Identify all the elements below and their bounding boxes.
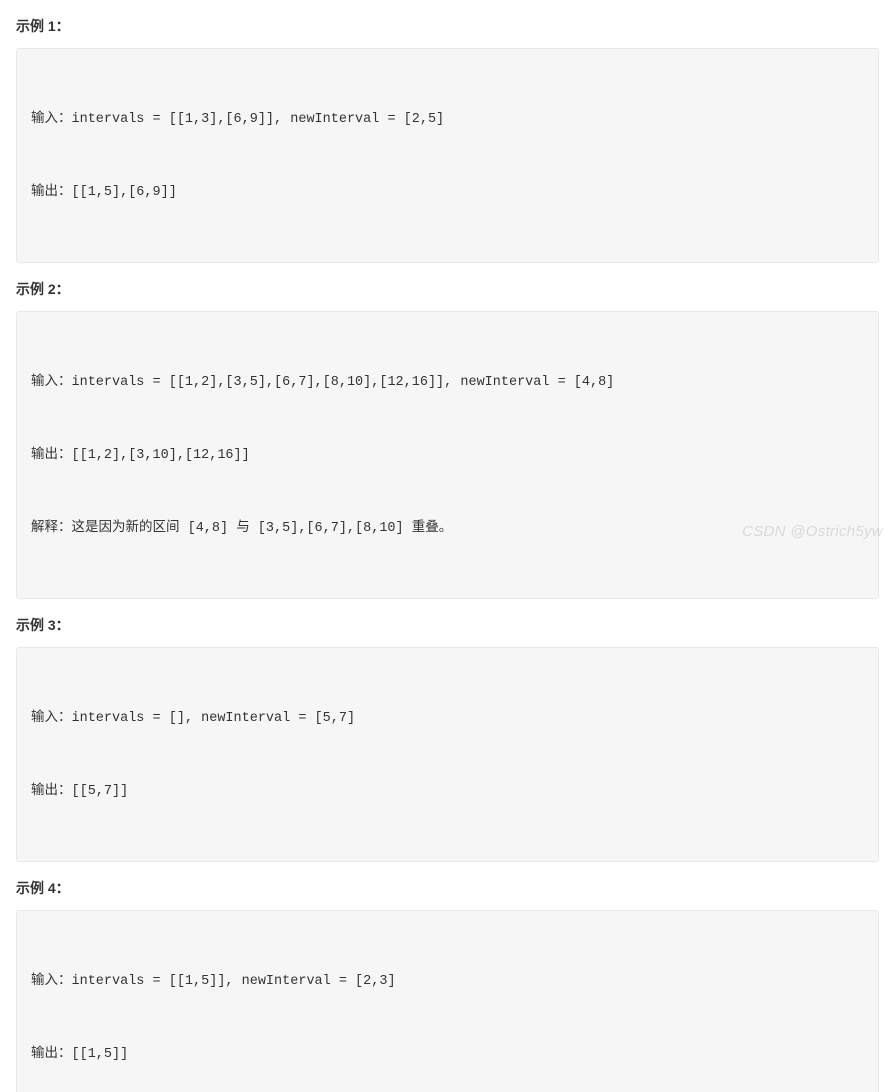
- code-block: 输入：intervals = [[1,2],[3,5],[6,7],[8,10]…: [16, 311, 879, 599]
- example-title: 示例 1：: [16, 16, 879, 36]
- line-text: intervals = [[1,5]], newInterval = [2,3]: [72, 974, 396, 989]
- line-label: 解释：: [31, 519, 72, 534]
- line-text: [[5,7]]: [72, 784, 129, 799]
- example-section: 示例 3： 输入：intervals = [], newInterval = […: [16, 615, 879, 862]
- code-block: 输入：intervals = [[1,5]], newInterval = [2…: [16, 910, 879, 1092]
- line-text: intervals = [], newInterval = [5,7]: [72, 711, 356, 726]
- code-line: 输入：intervals = [[1,5]], newInterval = [2…: [31, 968, 864, 994]
- line-label: 输入：: [31, 373, 72, 388]
- line-label: 输入：: [31, 709, 72, 724]
- line-text: 这是因为新的区间 [4,8] 与 [3,5],[6,7],[8,10] 重叠。: [72, 521, 453, 536]
- example-section: 示例 2： 输入：intervals = [[1,2],[3,5],[6,7],…: [16, 279, 879, 599]
- code-block: 输入：intervals = [[1,3],[6,9]], newInterva…: [16, 48, 879, 263]
- code-line: 输出：[[5,7]]: [31, 778, 864, 804]
- example-section: 示例 1： 输入：intervals = [[1,3],[6,9]], newI…: [16, 16, 879, 263]
- line-label: 输出：: [31, 1045, 72, 1060]
- code-line: 解释：这是因为新的区间 [4,8] 与 [3,5],[6,7],[8,10] 重…: [31, 515, 864, 541]
- line-label: 输入：: [31, 110, 72, 125]
- line-label: 输入：: [31, 972, 72, 987]
- line-label: 输出：: [31, 183, 72, 198]
- example-title: 示例 3：: [16, 615, 879, 635]
- code-line: 输出：[[1,2],[3,10],[12,16]]: [31, 442, 864, 468]
- code-line: 输出：[[1,5],[6,9]]: [31, 179, 864, 205]
- line-text: intervals = [[1,3],[6,9]], newInterval =…: [72, 112, 445, 127]
- code-line: 输入：intervals = [[1,3],[6,9]], newInterva…: [31, 106, 864, 132]
- line-text: [[1,2],[3,10],[12,16]]: [72, 448, 250, 463]
- line-label: 输出：: [31, 782, 72, 797]
- code-line: 输入：intervals = [[1,2],[3,5],[6,7],[8,10]…: [31, 369, 864, 395]
- line-text: intervals = [[1,2],[3,5],[6,7],[8,10],[1…: [72, 375, 615, 390]
- line-text: [[1,5],[6,9]]: [72, 185, 177, 200]
- example-title: 示例 2：: [16, 279, 879, 299]
- code-line: 输入：intervals = [], newInterval = [5,7]: [31, 705, 864, 731]
- example-title: 示例 4：: [16, 878, 879, 898]
- line-label: 输出：: [31, 446, 72, 461]
- line-text: [[1,5]]: [72, 1047, 129, 1062]
- example-section: 示例 4： 输入：intervals = [[1,5]], newInterva…: [16, 878, 879, 1092]
- code-block: 输入：intervals = [], newInterval = [5,7] 输…: [16, 647, 879, 862]
- code-line: 输出：[[1,5]]: [31, 1041, 864, 1067]
